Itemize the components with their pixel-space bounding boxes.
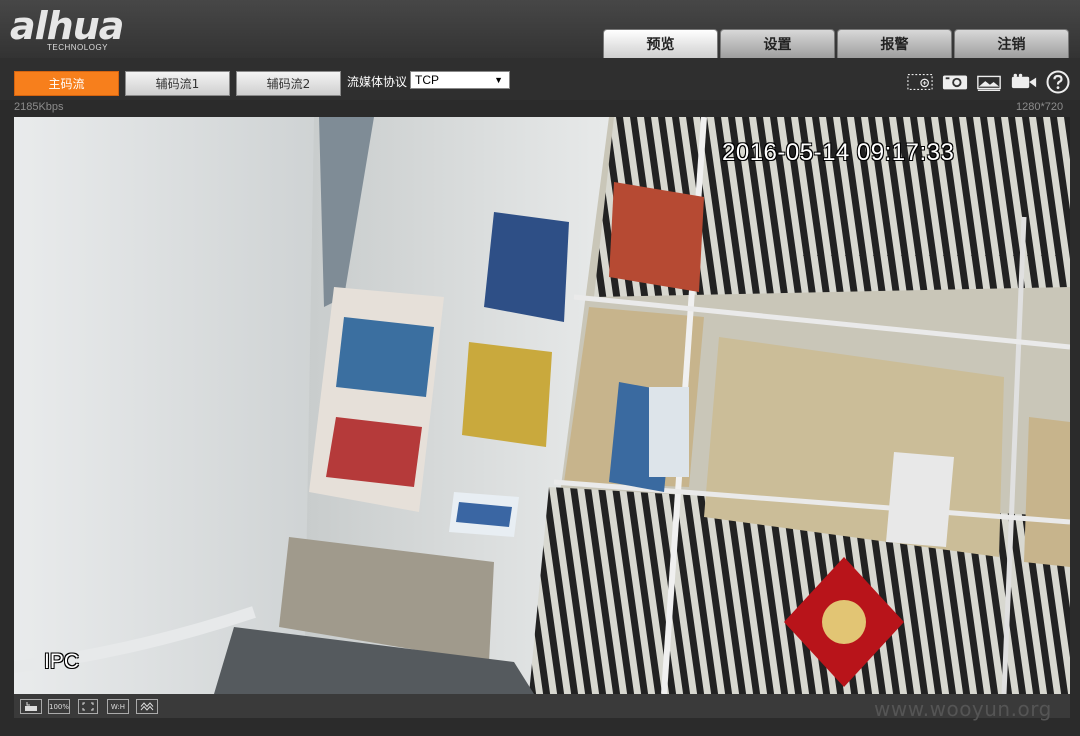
- preview-toolbar: 主码流 辅码流1 辅码流2 流媒体协议 TCP ▼: [0, 58, 1080, 100]
- fit-window-icon[interactable]: [78, 699, 98, 714]
- snapshot-icon[interactable]: [942, 72, 968, 92]
- osd-channel-name: IPC: [44, 650, 80, 673]
- fullscreen-icon[interactable]: [20, 699, 42, 714]
- original-size-button[interactable]: 100%: [48, 699, 70, 714]
- tab-preview[interactable]: 预览: [603, 29, 718, 58]
- sub-stream-1-button[interactable]: 辅码流1: [125, 71, 230, 96]
- sub-stream-2-button[interactable]: 辅码流2: [236, 71, 341, 96]
- osd-timestamp: 2016-05-14 09:17:33: [722, 139, 955, 166]
- camera-scene-image: [14, 117, 1070, 694]
- record-icon[interactable]: [1011, 72, 1037, 92]
- main-stream-button[interactable]: 主码流: [14, 71, 119, 96]
- tab-alarm[interactable]: 报警: [837, 29, 952, 58]
- tab-logout[interactable]: 注销: [954, 29, 1069, 58]
- bitrate-readout: 2185Kbps: [14, 101, 64, 113]
- protocol-select-value: TCP: [415, 73, 439, 87]
- brand-name: alhua: [10, 4, 124, 48]
- live-video-view[interactable]: [14, 117, 1070, 694]
- image-adjust-icon[interactable]: [976, 72, 1002, 92]
- watermark-text: www.wooyun.org: [874, 697, 1052, 721]
- dropdown-arrow-icon: ▼: [494, 75, 503, 85]
- aspect-ratio-button[interactable]: W:H: [107, 699, 129, 714]
- protocol-select[interactable]: TCP ▼: [410, 71, 510, 89]
- protocol-label: 流媒体协议: [347, 75, 408, 89]
- resolution-readout: 1280*720: [1016, 101, 1064, 113]
- help-icon[interactable]: [1045, 70, 1071, 94]
- tab-settings[interactable]: 设置: [720, 29, 835, 58]
- header: alhua TECHNOLOGY 预览 设置 报警 注销: [0, 0, 1080, 58]
- zoom-region-icon[interactable]: [907, 72, 933, 92]
- smooth-playback-icon[interactable]: [136, 699, 158, 714]
- brand-logo: alhua TECHNOLOGY: [10, 4, 170, 54]
- main-nav-tabs: 预览 设置 报警 注销: [603, 29, 1069, 58]
- brand-tagline: TECHNOLOGY: [47, 43, 109, 52]
